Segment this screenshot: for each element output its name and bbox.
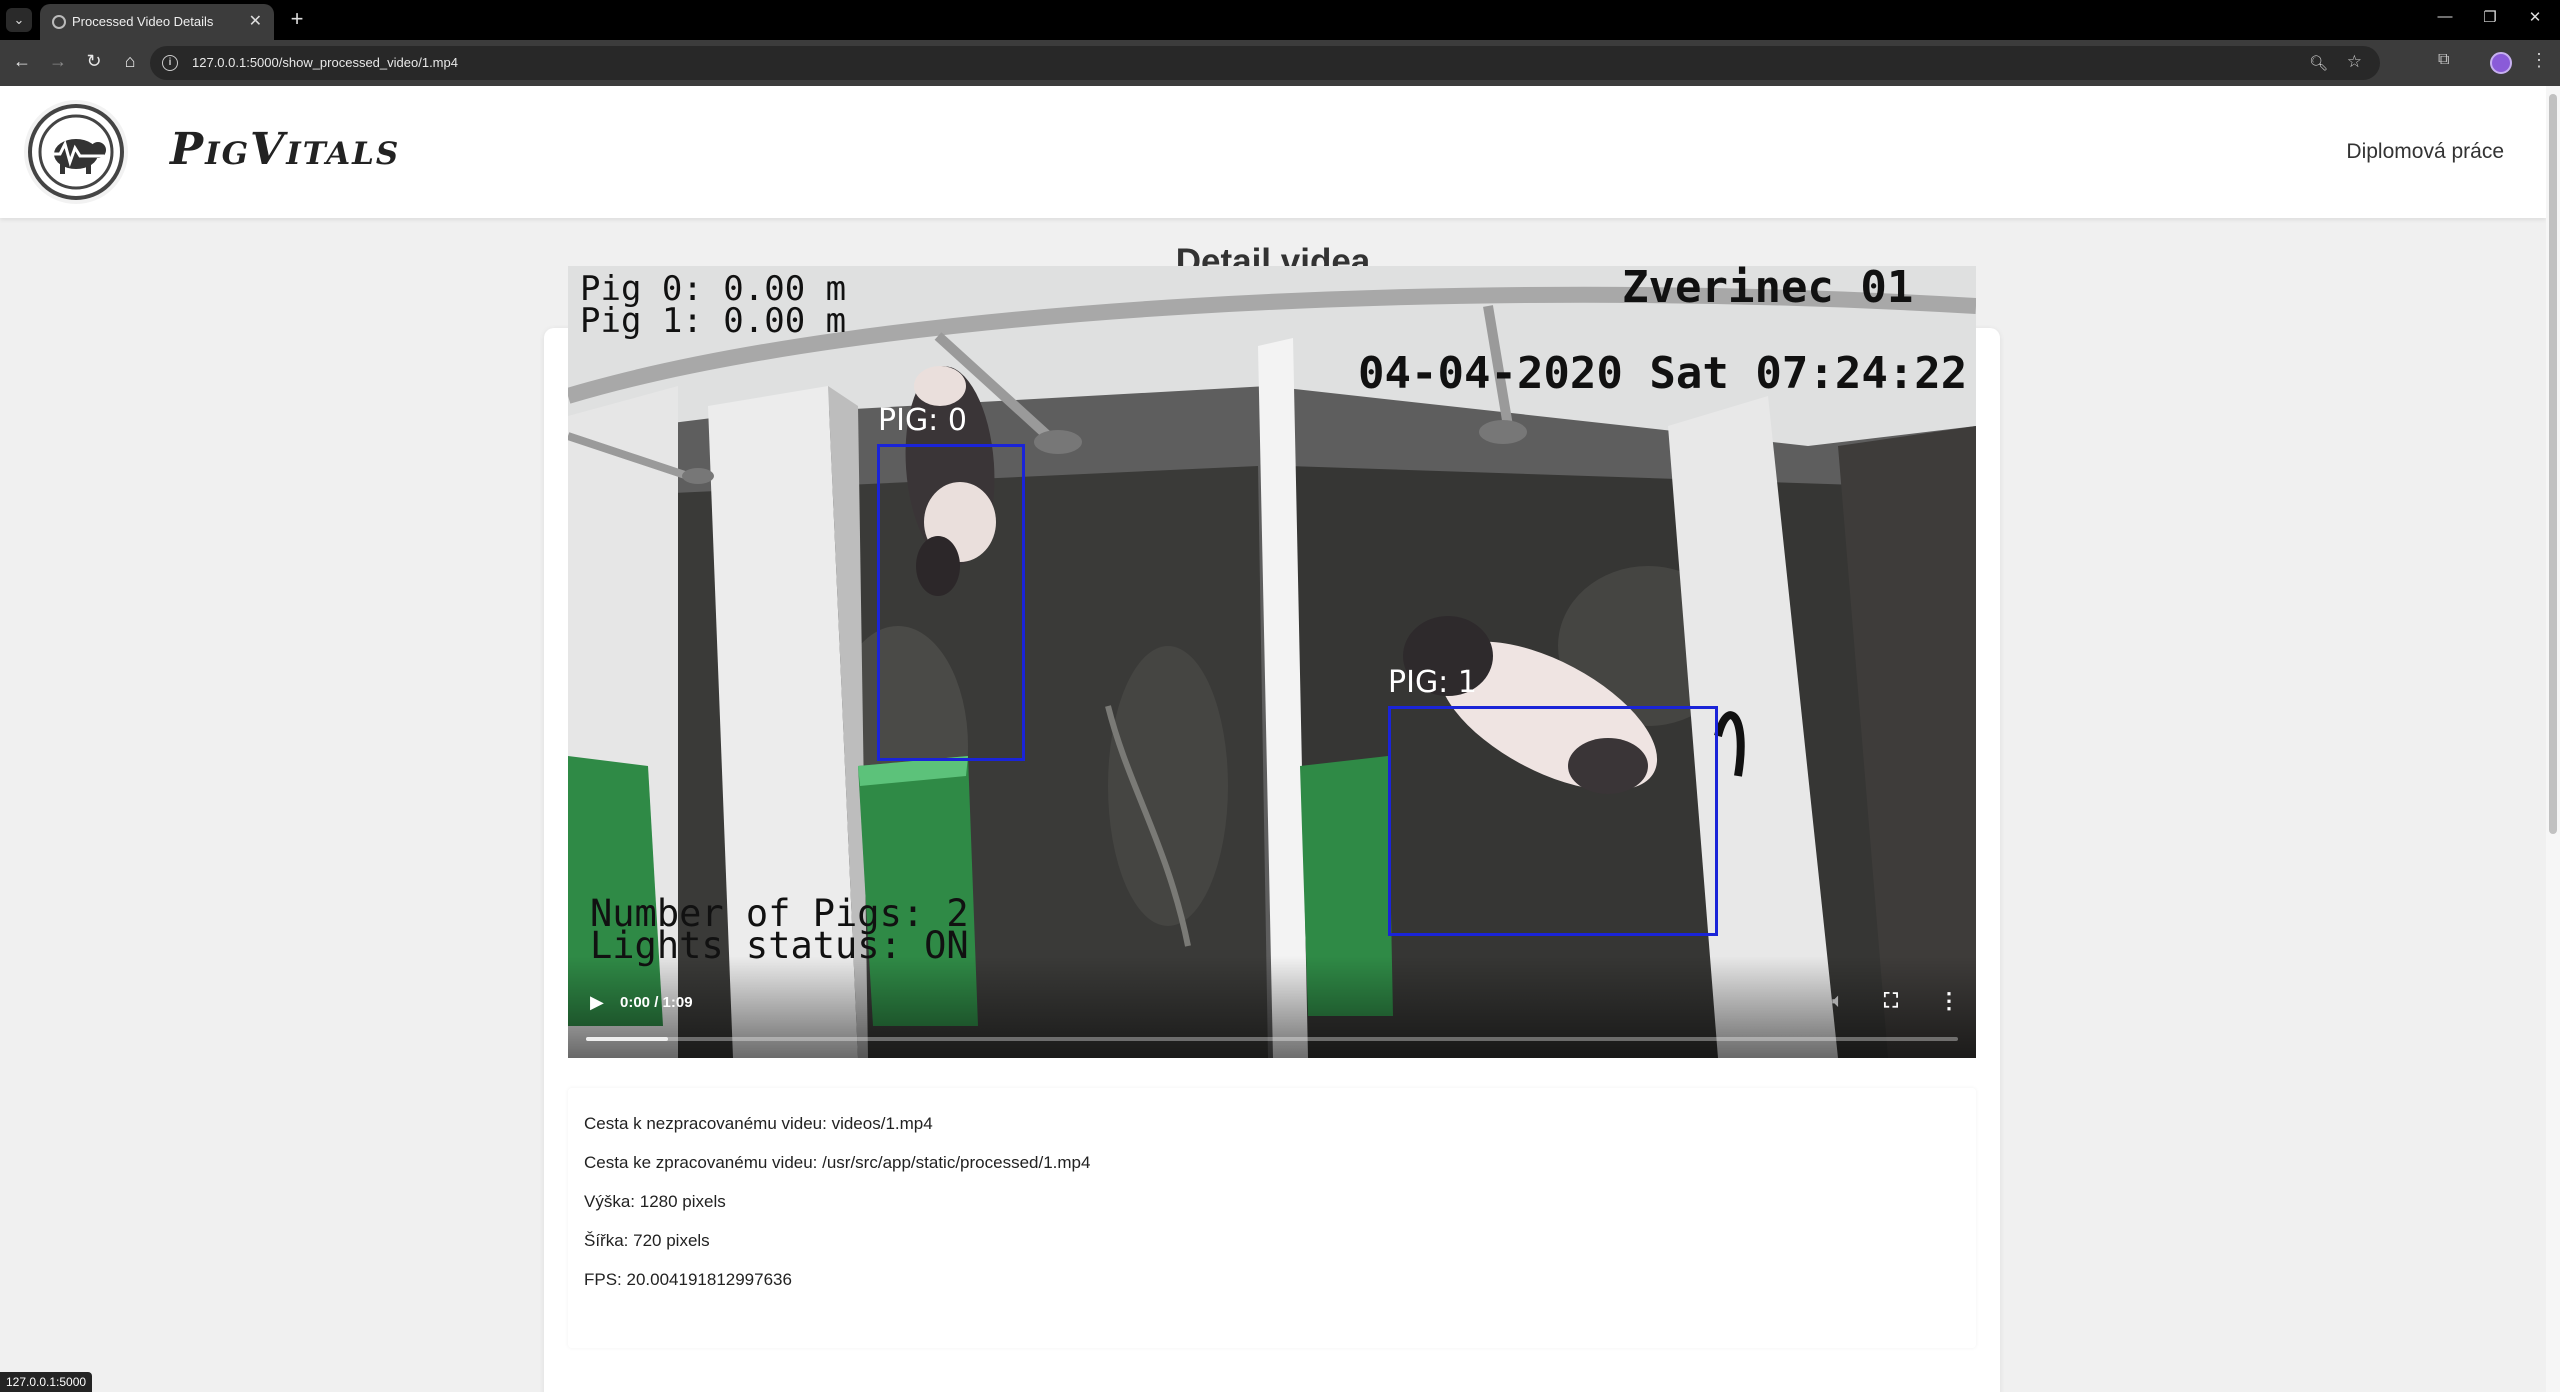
video-progress-bar[interactable] xyxy=(586,1037,1958,1041)
close-window-button[interactable]: ✕ xyxy=(2520,8,2550,26)
reload-icon[interactable]: ↻ xyxy=(82,51,106,72)
tab-close-icon[interactable]: ✕ xyxy=(249,11,262,31)
extensions-icon[interactable]: ⧉ xyxy=(2438,51,2449,69)
timestamp-overlay: 04-04-2020 Sat 07:24:22 xyxy=(1358,348,1968,399)
detection-label: PIG: 0 xyxy=(878,403,967,438)
nav-link-thesis[interactable]: Diplomová práce xyxy=(2346,140,2504,164)
link-status-bubble: 127.0.0.1:5000 xyxy=(0,1372,93,1392)
page-scrollbar[interactable] xyxy=(2546,86,2560,1392)
video-details: Cesta k nezpracovanému videu: videos/1.m… xyxy=(568,1088,1976,1348)
pigvitals-logo[interactable] xyxy=(22,98,130,206)
globe-icon xyxy=(52,15,66,29)
browser-tab-strip: ⌄ Processed Video Details ✕ + — ❐ ✕ xyxy=(0,0,2560,40)
tab-search-button[interactable]: ⌄ xyxy=(6,8,32,32)
video-fps: FPS: 20.004191812997636 xyxy=(584,1270,792,1289)
processed-video-path: Cesta ke zpracovanému videu: /usr/src/ap… xyxy=(584,1153,1091,1172)
site-info-icon[interactable]: i xyxy=(162,55,178,71)
scrollbar-thumb[interactable] xyxy=(2549,94,2557,834)
detection-label: PIG: 1 xyxy=(1388,665,1477,700)
bookmark-star-icon[interactable]: ☆ xyxy=(2347,52,2362,72)
new-tab-button[interactable]: + xyxy=(284,6,310,32)
video-buffered-fill xyxy=(586,1037,669,1041)
video-player[interactable]: Pig 0: 0.00 m Pig 1: 0.00 m Zverinec 01 … xyxy=(568,266,1976,1058)
tab-title: Processed Video Details xyxy=(72,14,214,29)
raw-video-path: Cesta k nezpracovanému videu: videos/1.m… xyxy=(584,1114,933,1133)
address-url[interactable]: 127.0.0.1:5000/show_processed_video/1.mp… xyxy=(192,55,458,70)
fullscreen-icon[interactable]: ⛶ xyxy=(1884,990,1898,1013)
zoom-icon[interactable]: 🔍︎ xyxy=(2309,54,2328,72)
restore-button[interactable]: ❐ xyxy=(2475,8,2505,26)
video-time: 0:00 / 1:09 xyxy=(620,994,693,1011)
pig1-distance-overlay: Pig 1: 0.00 m xyxy=(580,301,847,341)
camera-name-overlay: Zverinec 01 xyxy=(1622,266,1914,313)
more-options-icon[interactable]: ⋮ xyxy=(1938,988,1960,1014)
video-controls: ▶ 0:00 / 1:09 🔈︎ ⛶ ⋮ xyxy=(568,956,1976,1058)
video-width: Šířka: 720 pixels xyxy=(584,1231,710,1250)
minimize-button[interactable]: — xyxy=(2430,8,2460,25)
detection-box xyxy=(1388,706,1718,936)
profile-avatar[interactable] xyxy=(2490,52,2512,74)
volume-icon[interactable]: 🔈︎ xyxy=(1832,990,1844,1013)
forward-arrow-icon[interactable]: → xyxy=(46,51,70,72)
browser-toolbar: ← → ↻ ⌂ i 127.0.0.1:5000/show_processed_… xyxy=(0,40,2560,86)
back-arrow-icon[interactable]: ← xyxy=(10,51,34,72)
site-header: PigVitals Diplomová práce xyxy=(0,86,2546,218)
home-icon[interactable]: ⌂ xyxy=(118,51,142,72)
browser-menu-icon[interactable]: ⋮ xyxy=(2530,50,2548,71)
detection-box xyxy=(877,444,1025,761)
address-bar[interactable]: i 127.0.0.1:5000/show_processed_video/1.… xyxy=(150,46,2380,80)
browser-tab-active[interactable]: Processed Video Details ✕ xyxy=(40,4,274,40)
brand-name: PigVitals xyxy=(170,124,401,175)
video-height: Výška: 1280 pixels xyxy=(584,1192,726,1211)
play-icon[interactable]: ▶ xyxy=(590,992,604,1013)
